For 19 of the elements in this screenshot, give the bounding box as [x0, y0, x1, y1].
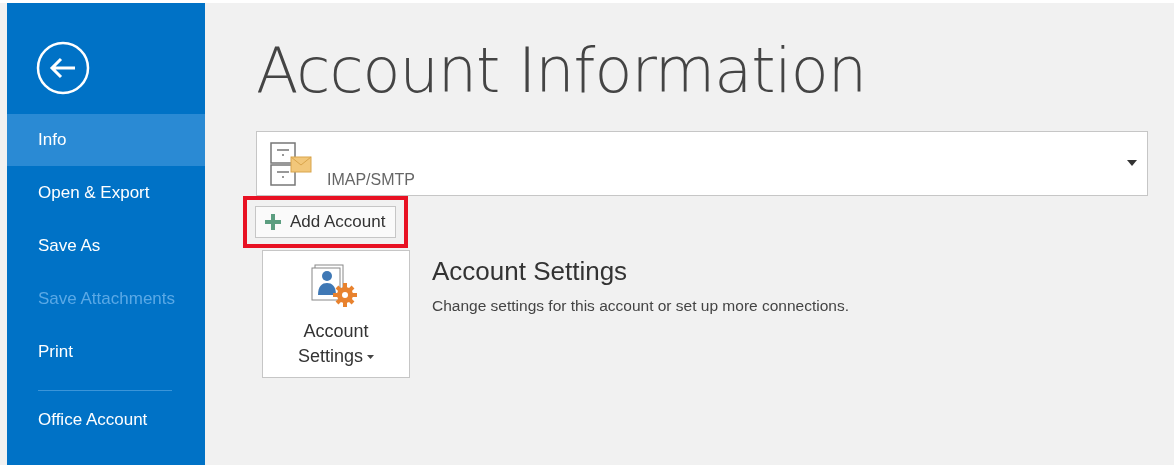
plus-icon	[264, 213, 282, 231]
add-account-button[interactable]: Add Account	[255, 206, 397, 238]
sidebar-item[interactable]: Info	[7, 114, 205, 166]
page-title: Account Information	[256, 33, 867, 109]
sidebar-item[interactable]: Open & Export	[7, 166, 205, 219]
button-label: Settings	[297, 344, 374, 369]
section-title: Account Settings	[432, 256, 629, 287]
account-type-text: IMAP/SMTP	[327, 171, 415, 189]
caret-icon	[1127, 160, 1137, 166]
caret-icon	[367, 354, 374, 359]
mail-cabinet-icon	[269, 141, 313, 187]
sidebar-item[interactable]: Save As	[7, 219, 205, 272]
account-settings-button[interactable]: Account Settings	[262, 250, 410, 378]
account-dropdown[interactable]: IMAP/SMTP	[256, 131, 1148, 196]
sidebar-item[interactable]: Office Account	[7, 391, 205, 449]
section-description: Change settings for this account or set up more connections.	[432, 297, 849, 315]
button-label: Account	[303, 320, 369, 343]
back-button[interactable]	[36, 41, 90, 95]
sidebar-item[interactable]: Print	[7, 325, 205, 378]
